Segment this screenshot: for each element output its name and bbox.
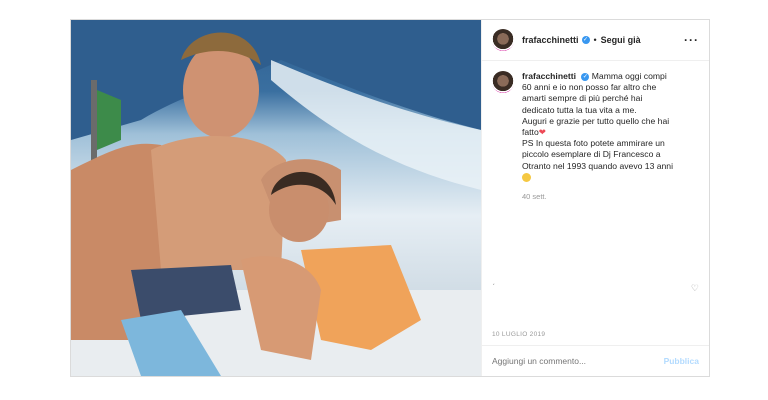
- comments-area: frafacchinetti ✓ Mamma oggi compi 60 ann…: [482, 61, 709, 285]
- heart-emoji-icon: ❤: [538, 127, 546, 138]
- caption-time: 40 sett.: [522, 192, 547, 202]
- comment-input[interactable]: [492, 356, 664, 366]
- caption: frafacchinetti ✓ Mamma oggi compi 60 ann…: [492, 71, 699, 202]
- username[interactable]: frafacchinetti: [522, 35, 579, 45]
- caption-line: Otranto nel 1993 quando avevo 13 anni: [522, 160, 673, 171]
- photo-illustration: [71, 20, 481, 376]
- publish-button[interactable]: Pubblica: [664, 356, 699, 366]
- caption-line: PS In questa foto potete ammirare un: [522, 138, 665, 149]
- post-header: frafacchinetti ✓ • Segui già ···: [482, 20, 709, 61]
- caption-line: Mamma oggi compi: [591, 71, 667, 81]
- avatar[interactable]: [492, 29, 514, 51]
- caption-line: piccolo esemplare di Dj Francesco a: [522, 149, 661, 160]
- caption-line: Auguri e grazie per tutto quello che hai: [522, 115, 670, 126]
- caption-line: dedicato tutta la tua vita a me.: [522, 104, 637, 115]
- action-bar: ˏ ♡: [482, 275, 709, 325]
- smile-emoji-icon: [522, 173, 531, 183]
- post-photo: [71, 20, 481, 376]
- post-date: 10 LUGLIO 2019: [492, 331, 546, 338]
- tick-mark-icon: ˏ: [492, 275, 495, 285]
- follow-button[interactable]: Segui già: [601, 35, 641, 45]
- instagram-post: frafacchinetti ✓ • Segui già ··· frafacc…: [70, 19, 710, 377]
- caption-line: 60 anni e io non posso far altro che: [522, 82, 657, 93]
- post-side-panel: frafacchinetti ✓ • Segui già ··· frafacc…: [481, 20, 709, 376]
- verified-icon: ✓: [581, 36, 590, 44]
- separator-dot: •: [593, 35, 597, 45]
- caption-text: frafacchinetti ✓ Mamma oggi compi 60 ann…: [522, 71, 673, 202]
- more-options-icon[interactable]: ···: [684, 33, 699, 47]
- add-comment-bar: Pubblica: [482, 345, 709, 376]
- caption-username[interactable]: frafacchinetti: [522, 71, 576, 81]
- caption-line: amarti sempre di più perché hai: [522, 93, 643, 104]
- verified-icon: ✓: [581, 72, 590, 81]
- caption-line: fatto: [522, 127, 539, 138]
- caption-avatar[interactable]: [492, 71, 514, 93]
- like-heart-icon[interactable]: ♡: [691, 283, 699, 294]
